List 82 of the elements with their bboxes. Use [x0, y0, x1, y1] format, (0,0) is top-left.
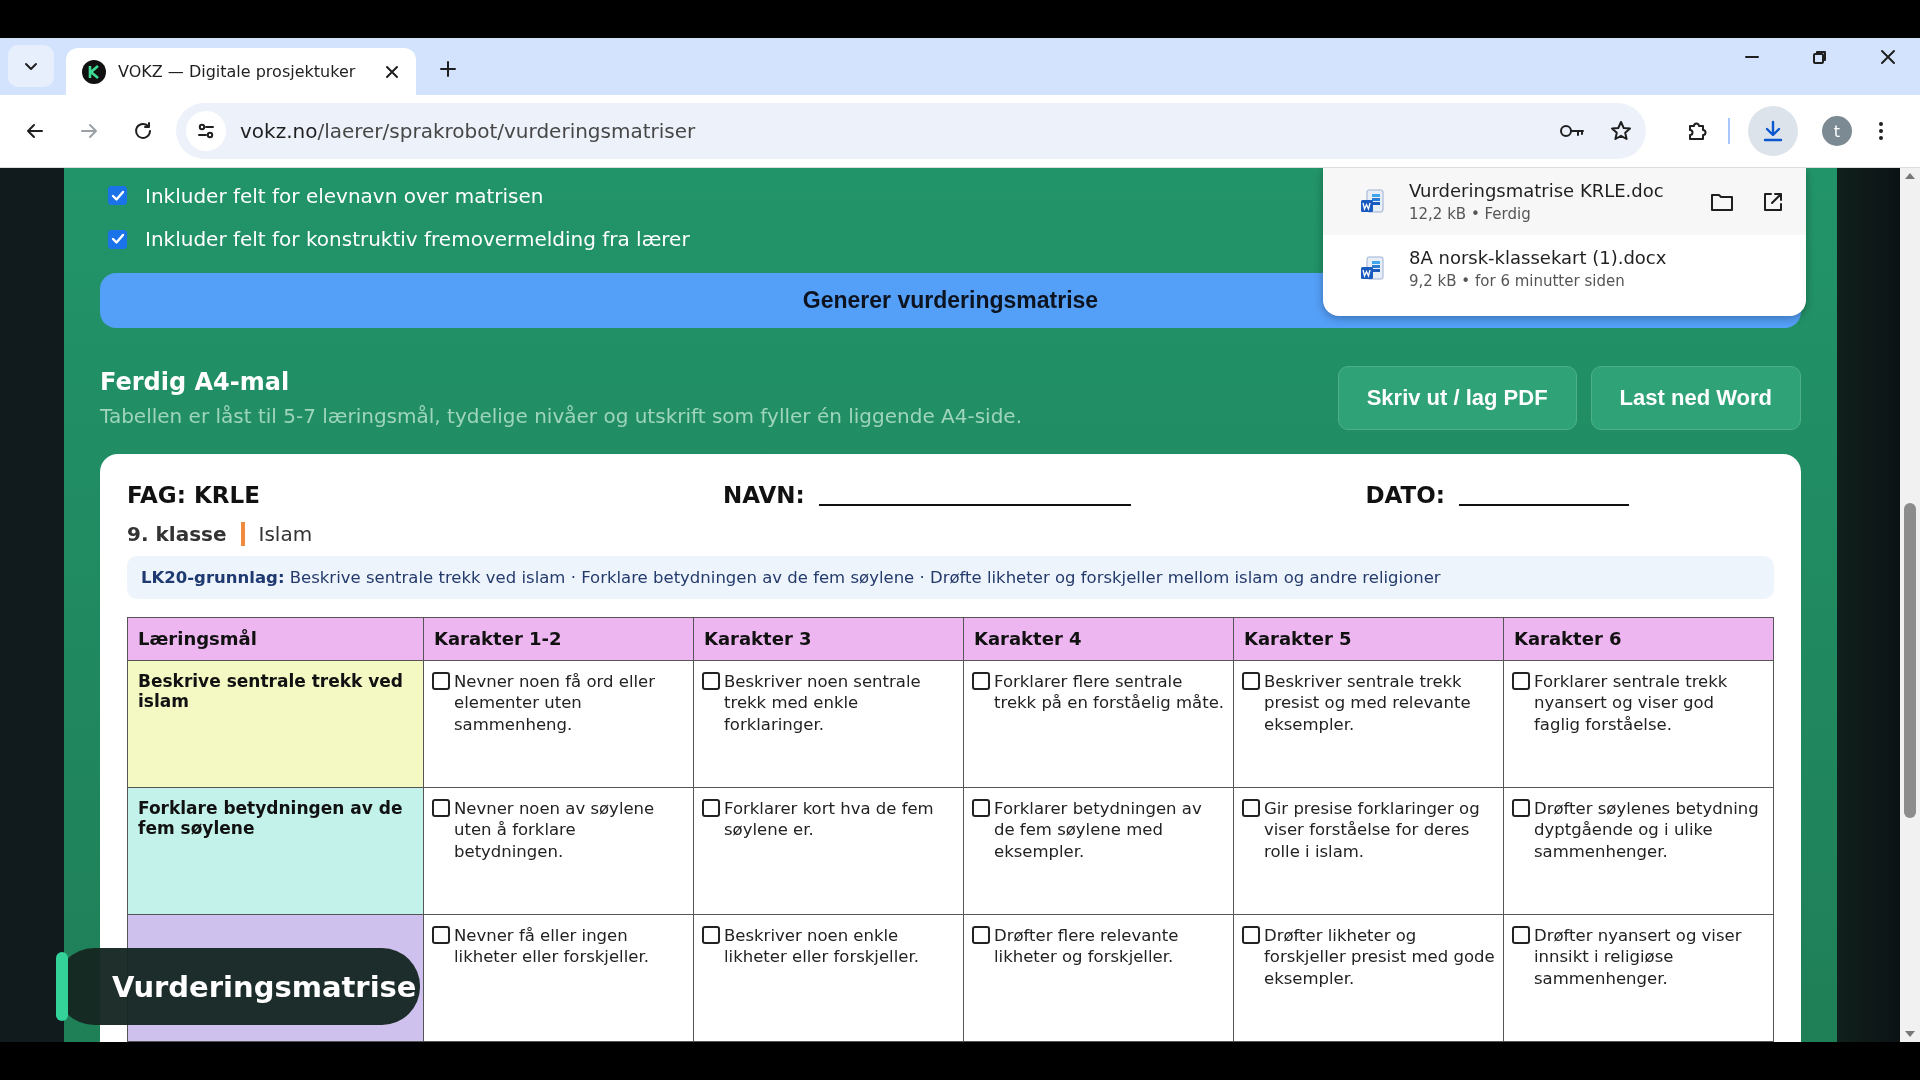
option-label: Inkluder felt for elevnavn over matrisen	[145, 183, 544, 208]
checkbox[interactable]	[1242, 672, 1260, 690]
criterion-text: Forklarer sentrale trekk nyansert og viser god faglig forståelse.	[1534, 671, 1729, 736]
criterion-text: Gir presise forklaringer og viser forståelse for deres rolle i islam.	[1264, 798, 1481, 863]
open-external-icon[interactable]	[1762, 190, 1784, 213]
column-header: Læringsmål	[128, 618, 424, 661]
criterion-text: Nevner noen få ord eller elementer uten sammenheng.	[454, 671, 657, 736]
site-settings-icon[interactable]	[196, 121, 216, 141]
checkbox[interactable]	[1512, 799, 1530, 817]
scrollbar-thumb[interactable]	[1904, 503, 1916, 818]
word-document-icon	[1359, 254, 1387, 283]
criterion-text: Forklarer flere sentrale trekk på en forståelig måte.	[994, 671, 1225, 714]
download-item[interactable]: Vurderingsmatrise KRLE.doc 12,2 kB • Ferdig	[1323, 168, 1806, 235]
criterion-text: Beskriver noen sentrale trekk med enkle forklaringer.	[724, 671, 922, 736]
criterion-text: Forklarer kort hva de fem søylene er.	[724, 798, 935, 841]
checkbox[interactable]	[432, 926, 450, 944]
star-icon[interactable]	[1610, 120, 1632, 142]
close-icon[interactable]	[384, 63, 400, 80]
plus-icon[interactable]	[438, 59, 458, 79]
option-label: Inkluder felt for konstruktiv fremovermelding fra lærer	[145, 227, 690, 252]
checkbox[interactable]	[972, 799, 990, 817]
column-header: Karakter 1-2	[424, 618, 694, 661]
goal-cell: Forklare betydningen av de fem søylene	[128, 788, 424, 915]
tab-title: VOKZ — Digitale prosjektuker	[118, 62, 357, 81]
restore-icon[interactable]	[1812, 48, 1828, 65]
criterion-text: Beskriver noen enkle likheter eller forskjeller.	[724, 925, 920, 968]
checkbox[interactable]	[108, 229, 127, 249]
close-icon[interactable]	[1880, 48, 1896, 65]
criterion-text: Drøfter flere relevante likheter og forskjeller.	[994, 925, 1180, 968]
subject-label: FAG: KRLE	[127, 482, 261, 508]
download-icon	[1761, 119, 1785, 143]
scroll-up-icon[interactable]	[1904, 172, 1916, 180]
file-meta: 9,2 kB • for 6 minutter siden	[1409, 272, 1626, 290]
criterion-text: Nevner noen av søylene uten å forklare betydningen.	[454, 798, 656, 863]
name-label: NAVN:	[723, 482, 805, 508]
criterion-text: Beskriver sentrale trekk presist og med relevante eksempler.	[1264, 671, 1472, 736]
checkbox[interactable]	[702, 926, 720, 944]
column-header: Karakter 6	[1504, 618, 1774, 661]
checkmark-icon	[110, 232, 125, 247]
checkmark-icon	[110, 188, 125, 203]
section-subtitle: Tabellen er låst til 5-7 læringsmål, tydelige nivåer og utskrift som fyller én liggende A4-side.	[100, 404, 1023, 428]
checkbox[interactable]	[108, 186, 127, 206]
topic-label: Islam	[258, 522, 313, 546]
url-text: vokz.no/laerer/sprakrobot/vurderingsmatriser	[240, 119, 696, 143]
scrollbar[interactable]	[1900, 168, 1920, 1042]
checkbox[interactable]	[972, 926, 990, 944]
criterion-text: Drøfter søylenes betydning dyptgående og i ulike sammenhenger.	[1534, 798, 1760, 863]
checkbox[interactable]	[702, 672, 720, 690]
goal-cell: Beskrive sentrale trekk ved islam	[128, 661, 424, 788]
caption-text: Vurderingsmatrise	[112, 969, 417, 1004]
criterion-text: Drøfter nyansert og viser innsikt i religiøse sammenhenger.	[1534, 925, 1743, 990]
scroll-down-icon[interactable]	[1904, 1030, 1916, 1038]
file-name: Vurderingsmatrise KRLE.doc	[1409, 180, 1665, 201]
checkbox[interactable]	[1512, 926, 1530, 944]
grade-label: 9. klasse	[127, 522, 227, 546]
reload-icon[interactable]	[132, 120, 154, 142]
checkbox[interactable]	[432, 799, 450, 817]
file-name: 8A norsk-klassekart (1).docx	[1409, 247, 1668, 268]
section-title: Ferdig A4-mal	[100, 368, 291, 396]
criterion-text: Nevner få eller ingen likheter eller forskjeller.	[454, 925, 650, 968]
column-header: Karakter 5	[1234, 618, 1504, 661]
more-menu-icon[interactable]	[1878, 121, 1884, 141]
checkbox[interactable]	[972, 672, 990, 690]
checkbox[interactable]	[432, 672, 450, 690]
column-header: Karakter 4	[964, 618, 1234, 661]
curriculum-basis: LK20-grunnlag: Beskrive sentrale trekk ved islam · Forklare betydningen av de fem søylene · Drøfte likheter og forskjeller mellom islam og andre religioner	[127, 556, 1774, 599]
column-header: Karakter 3	[694, 618, 964, 661]
checkbox[interactable]	[1512, 672, 1530, 690]
date-label: DATO:	[1365, 482, 1445, 508]
file-meta: 12,2 kB • Ferdig	[1409, 205, 1532, 223]
criterion-text: Drøfter likheter og forskjeller presist med gode eksempler.	[1264, 925, 1495, 990]
profile-avatar[interactable]: t	[1822, 116, 1852, 146]
criterion-text: Forklarer betydningen av de fem søylene med eksempler.	[994, 798, 1203, 863]
caption-accent-bar	[56, 952, 68, 1021]
site-logo-icon	[82, 59, 106, 84]
checkbox[interactable]	[1242, 926, 1260, 944]
word-document-icon	[1359, 187, 1387, 216]
checkbox[interactable]	[1242, 799, 1260, 817]
browser-tab[interactable]: VOKZ — Digitale prosjektuker	[66, 48, 416, 95]
download-button[interactable]	[1748, 106, 1798, 156]
address-bar[interactable]: vokz.no/laerer/sprakrobot/vurderingsmatriser	[176, 103, 1646, 159]
checkbox[interactable]	[702, 799, 720, 817]
